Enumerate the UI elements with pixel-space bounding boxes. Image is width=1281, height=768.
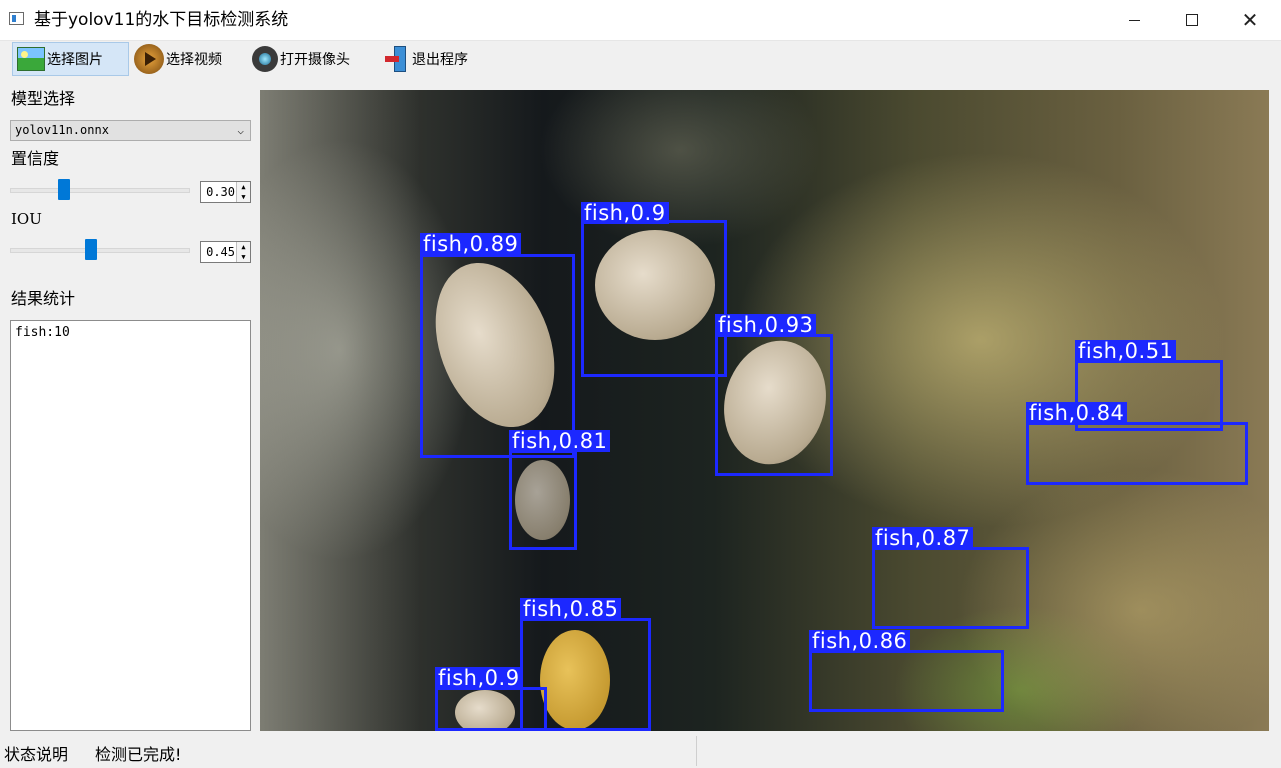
confidence-slider-track <box>10 188 190 193</box>
status-bar: 状态说明 检测已完成! <box>0 733 1281 768</box>
open-camera-button[interactable]: 打开摄像头 <box>248 42 368 76</box>
detection-box <box>509 450 577 550</box>
picture-icon <box>17 47 45 71</box>
confidence-slider[interactable] <box>10 179 190 201</box>
select-video-button[interactable]: 选择视频 <box>130 42 240 76</box>
detection-label: fish,0.81 <box>509 430 611 452</box>
results-label: 结果统计 <box>11 289 76 308</box>
exit-program-button[interactable]: 退出程序 <box>380 42 480 76</box>
confidence-label: 置信度 <box>11 149 60 168</box>
iou-slider-thumb[interactable] <box>85 239 97 260</box>
minimize-icon <box>1128 19 1140 21</box>
exit-program-label: 退出程序 <box>412 52 468 68</box>
detection-label: fish,0.9 <box>581 202 669 224</box>
results-text: fish:10 <box>15 325 70 340</box>
detection-box <box>872 547 1029 629</box>
exit-door-icon <box>384 44 410 74</box>
detection-label: fish,0.84 <box>1026 402 1128 424</box>
confidence-up-arrow-icon[interactable]: ▲ <box>236 182 250 192</box>
status-message: 检测已完成! <box>95 745 182 764</box>
app-icon <box>9 12 24 25</box>
maximize-button[interactable] <box>1163 0 1221 40</box>
title-bar: 基于yolov11的水下目标检测系统 ✕ <box>0 0 1281 41</box>
open-camera-label: 打开摄像头 <box>280 52 350 68</box>
status-divider <box>696 736 697 766</box>
iou-slider[interactable] <box>10 239 190 261</box>
iou-label: IOU <box>11 210 42 228</box>
detection-box <box>420 254 575 458</box>
status-title: 状态说明 <box>4 745 69 764</box>
detection-label: fish,0.89 <box>420 233 522 255</box>
detection-box <box>1026 422 1248 485</box>
iou-slider-track <box>10 248 190 253</box>
iou-up-arrow-icon[interactable]: ▲ <box>236 242 250 252</box>
detection-label: fish,0.86 <box>809 630 911 652</box>
select-image-label: 选择图片 <box>47 52 103 68</box>
webcam-icon <box>252 46 278 72</box>
model-dropdown-value: yolov11n.onnx <box>15 123 109 137</box>
detection-box <box>581 220 727 377</box>
results-textbox[interactable]: fish:10 <box>10 320 251 731</box>
iou-value: 0.45 <box>206 245 235 259</box>
model-dropdown[interactable]: yolov11n.onnx ⌵ <box>10 120 251 141</box>
detection-box <box>809 650 1004 712</box>
window-title: 基于yolov11的水下目标检测系统 <box>34 10 289 30</box>
detection-label: fish,0.87 <box>872 527 974 549</box>
detection-label: fish,0.85 <box>520 598 622 620</box>
iou-down-arrow-icon[interactable]: ▼ <box>236 252 250 262</box>
select-image-button[interactable]: 选择图片 <box>12 42 129 76</box>
aquarium-glass <box>260 90 420 731</box>
confidence-spinbox[interactable]: 0.30 ▲ ▼ <box>200 181 251 203</box>
detection-label: fish,0.51 <box>1075 340 1177 362</box>
detection-label: fish,0.93 <box>715 314 817 336</box>
model-select-label: 模型选择 <box>11 89 76 108</box>
detection-image: fish,0.89 fish,0.9 fish,0.93 fish,0.81 f… <box>260 90 1269 731</box>
confidence-value: 0.30 <box>206 185 235 199</box>
chevron-down-icon: ⌵ <box>237 124 244 137</box>
detection-label: fish,0.9 <box>435 667 523 689</box>
video-play-icon <box>134 44 164 74</box>
iou-spinbox[interactable]: 0.45 ▲ ▼ <box>200 241 251 263</box>
detection-box <box>715 334 833 476</box>
toolbar: 选择图片 选择视频 打开摄像头 退出程序 <box>0 41 1281 79</box>
select-video-label: 选择视频 <box>166 52 222 68</box>
minimize-button[interactable] <box>1105 0 1163 40</box>
close-button[interactable]: ✕ <box>1221 0 1279 40</box>
detection-box <box>435 687 547 731</box>
confidence-slider-thumb[interactable] <box>58 179 70 200</box>
confidence-down-arrow-icon[interactable]: ▼ <box>236 192 250 202</box>
maximize-icon <box>1186 14 1198 26</box>
close-icon: ✕ <box>1241 8 1259 32</box>
